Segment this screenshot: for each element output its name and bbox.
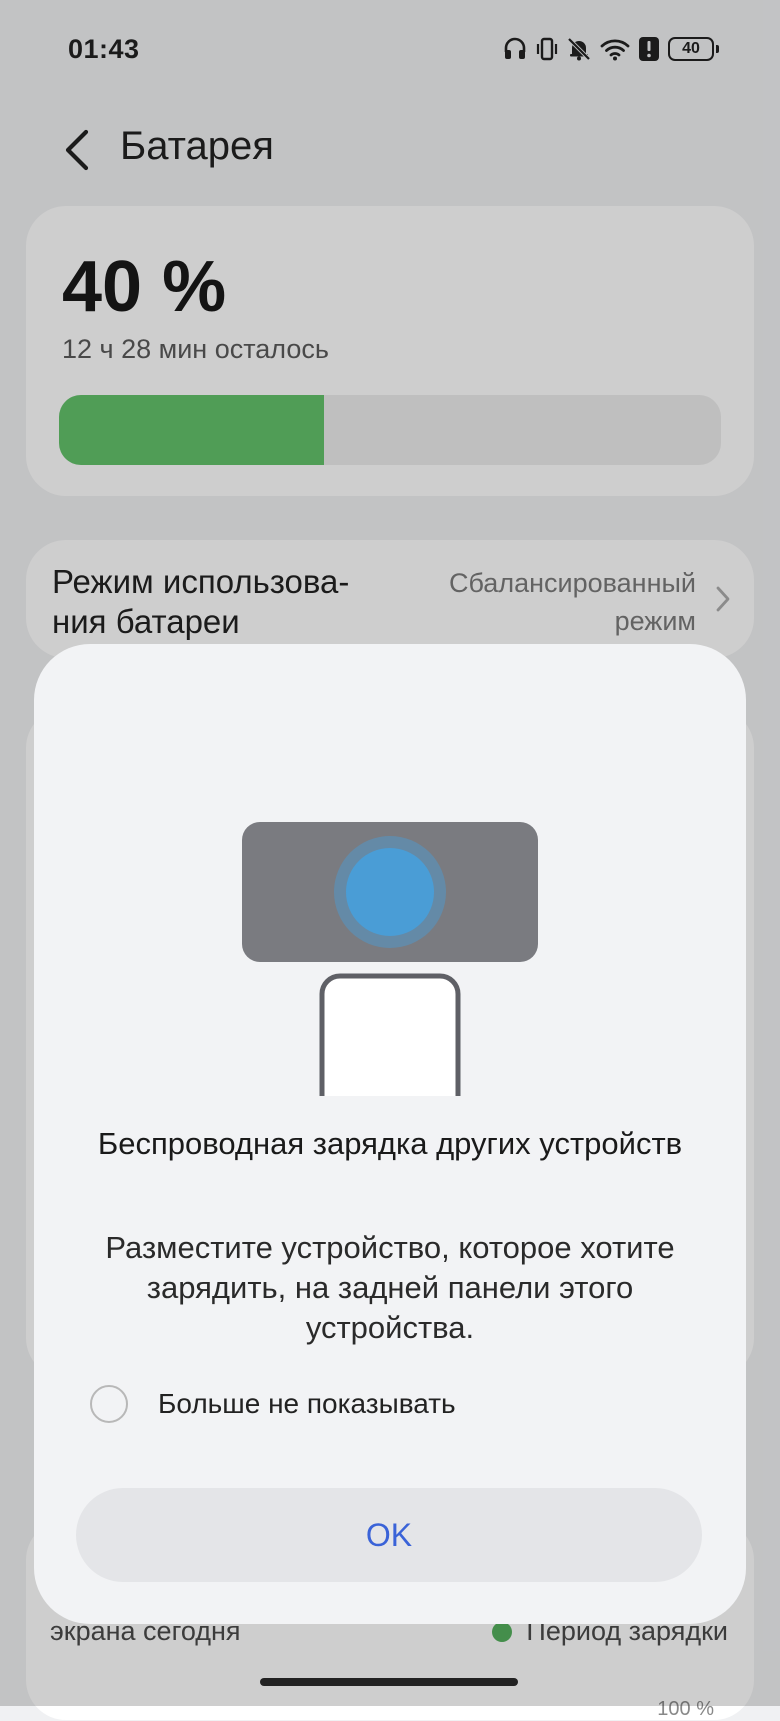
reverse-charging-illustration xyxy=(242,822,538,1096)
dont-show-again-option[interactable]: Больше не показывать xyxy=(90,1380,456,1428)
dialog-message: Разместите устройство, которое хотите за… xyxy=(105,1230,675,1345)
dont-show-again-label: Больше не показывать xyxy=(158,1388,456,1419)
wireless-charging-dialog: Беспроводная зарядка других устройств Ра… xyxy=(34,644,746,1624)
dont-show-again-checkbox[interactable] xyxy=(90,1385,128,1423)
home-indicator[interactable] xyxy=(260,1678,518,1686)
ok-button[interactable]: OK xyxy=(76,1488,702,1582)
dialog-title: Беспроводная зарядка других устройств xyxy=(97,1126,683,1161)
